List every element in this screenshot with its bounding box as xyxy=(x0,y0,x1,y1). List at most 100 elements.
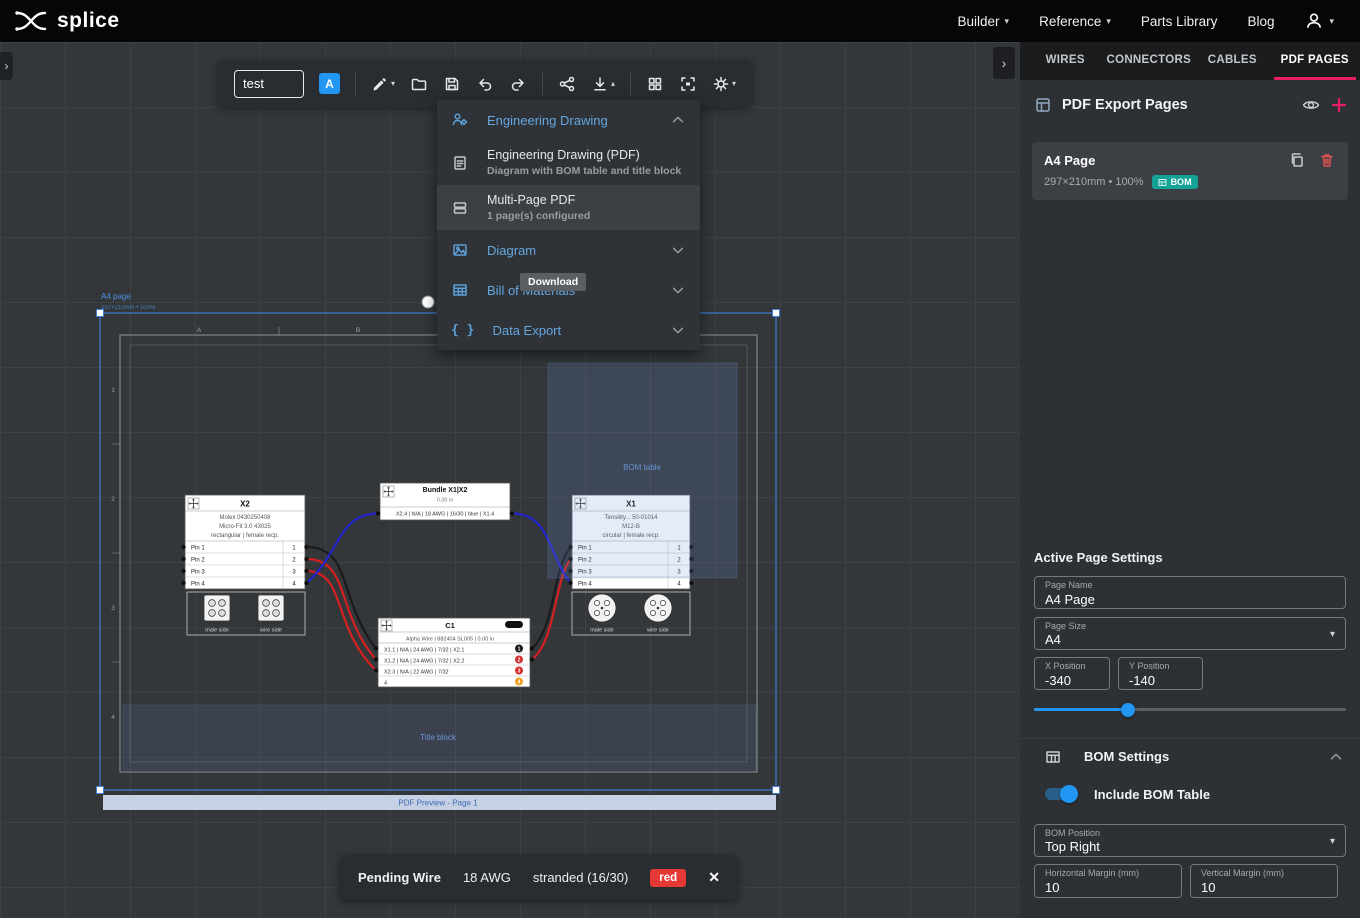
trash-icon[interactable] xyxy=(1318,151,1336,169)
edit-mode-button[interactable]: ▾ xyxy=(371,75,395,93)
c1-info: Alpha Wire | 882404 SL005 | 0.00 in xyxy=(406,637,494,643)
grid-button[interactable] xyxy=(646,75,664,93)
svg-text:3: 3 xyxy=(518,669,521,675)
face-label: male side xyxy=(590,628,614,634)
bom-settings-header[interactable]: BOM Settings xyxy=(1020,738,1360,774)
svg-text:2: 2 xyxy=(518,658,521,664)
right-panel-collapse-button[interactable]: › xyxy=(993,47,1015,79)
open-button[interactable] xyxy=(410,75,428,93)
page-name-input[interactable] xyxy=(1045,592,1335,608)
wire-red-x2-c1-2[interactable] xyxy=(307,571,377,671)
chevron-down-icon xyxy=(670,282,686,298)
menu-section-data-export[interactable]: { } Data Export xyxy=(437,310,700,350)
x-position-input[interactable] xyxy=(1045,673,1099,689)
move-handle-icon[interactable] xyxy=(188,498,199,509)
download-button[interactable]: ▴ xyxy=(591,75,615,93)
bom-table-placeholder[interactable]: BOM table xyxy=(548,363,737,578)
pin-label: Pin 1 xyxy=(191,546,205,552)
y-position-field[interactable]: Y Position xyxy=(1118,657,1203,690)
left-panel-expand-button[interactable]: › xyxy=(0,52,13,80)
connector-x2[interactable]: X2 Molex 0430250408 Micro-Fit 3.0 43025 … xyxy=(181,495,308,589)
share-button[interactable] xyxy=(558,75,576,93)
chevron-down-icon xyxy=(670,322,686,338)
nav-blog[interactable]: Blog xyxy=(1247,14,1274,29)
page-card-a4[interactable]: A4 Page 297×210mm • 100% BOM xyxy=(1032,142,1348,200)
menu-section-engineering-drawing[interactable]: Engineering Drawing xyxy=(437,100,700,140)
resize-handle[interactable] xyxy=(97,310,104,317)
menu-item-engineering-pdf[interactable]: Engineering Drawing (PDF) Diagram with B… xyxy=(437,140,700,185)
pdf-file-icon xyxy=(451,154,469,172)
svg-text:4: 4 xyxy=(518,680,521,686)
move-handle-icon[interactable] xyxy=(381,620,392,631)
nav-account[interactable]: ▾ xyxy=(1304,11,1334,31)
include-bom-label: Include BOM Table xyxy=(1094,787,1210,802)
slider-thumb[interactable] xyxy=(1121,703,1135,717)
tab-connectors[interactable]: CONNECTORS xyxy=(1106,42,1191,80)
chevron-up-icon xyxy=(1328,749,1344,765)
page-size-select[interactable]: Page Size A4 ▾ xyxy=(1034,617,1346,650)
menu-section-diagram[interactable]: Diagram xyxy=(437,230,700,270)
horizontal-margin-input[interactable] xyxy=(1045,880,1171,896)
chevron-down-icon: ▾ xyxy=(1329,16,1334,27)
resize-handle[interactable] xyxy=(773,310,780,317)
x-position-field[interactable]: X Position xyxy=(1034,657,1110,690)
auto-label-button[interactable]: A xyxy=(319,73,340,94)
chevron-down-icon: ▾ xyxy=(1330,836,1335,847)
add-page-icon[interactable] xyxy=(1330,96,1348,114)
horizontal-margin-field[interactable]: Horizontal Margin (mm) xyxy=(1034,864,1182,898)
duplicate-icon[interactable] xyxy=(1288,151,1306,169)
menu-item-multipage-pdf[interactable]: Multi-Page PDF 1 page(s) configured xyxy=(437,185,700,230)
chevron-down-icon: ▾ xyxy=(1106,16,1111,27)
resize-handle[interactable] xyxy=(97,787,104,794)
close-icon[interactable]: ✕ xyxy=(708,869,720,886)
tab-cables[interactable]: CABLES xyxy=(1191,42,1273,80)
vertical-margin-input[interactable] xyxy=(1201,880,1327,896)
harness-name-input[interactable] xyxy=(234,70,304,98)
face-label: male side xyxy=(205,628,229,634)
nav-items: Builder ▾ Reference ▾ Parts Library Blog… xyxy=(958,11,1360,31)
bundle-wire-row: X2.4 | N/A | 18 AWG | 16/30 | blue | X1.… xyxy=(396,512,494,518)
resize-handle[interactable] xyxy=(773,787,780,794)
nav-reference[interactable]: Reference ▾ xyxy=(1039,14,1111,29)
title-block-placeholder[interactable]: Title block xyxy=(123,705,756,770)
page-card-meta: 297×210mm • 100% xyxy=(1044,176,1144,188)
zone-label: B xyxy=(356,327,360,334)
cable-jacket-icon xyxy=(505,621,523,628)
page-name-field[interactable]: Page Name xyxy=(1034,576,1346,609)
menu-item-subtitle: Diagram with BOM table and title block xyxy=(487,164,681,178)
face-label: wire side xyxy=(646,628,669,634)
move-handle-icon[interactable] xyxy=(383,486,394,497)
rotate-handle[interactable] xyxy=(422,296,434,308)
save-button[interactable] xyxy=(443,75,461,93)
cable-c1[interactable]: C1 Alpha Wire | 882404 SL005 | 0.00 in X… xyxy=(374,618,534,687)
vertical-margin-field[interactable]: Vertical Margin (mm) xyxy=(1190,864,1338,898)
include-bom-toggle[interactable] xyxy=(1042,784,1078,804)
bom-position-select[interactable]: BOM Position Top Right ▾ xyxy=(1034,824,1346,857)
svg-text:1: 1 xyxy=(518,647,521,653)
connector-x1-faces[interactable]: male side wire side xyxy=(572,592,690,635)
y-position-input[interactable] xyxy=(1129,673,1192,689)
pin-label: Pin 2 xyxy=(191,558,205,564)
cable-row-label: X1.1 | N/A | 24 AWG | 7/32 | X2.1 xyxy=(384,648,464,654)
chevron-down-icon: ▾ xyxy=(391,79,395,88)
wire-black-x2-c1[interactable] xyxy=(307,547,377,649)
title-block-label: Title block xyxy=(420,733,457,742)
fit-view-button[interactable] xyxy=(679,75,697,93)
brand[interactable]: splice xyxy=(0,9,120,33)
connector-x2-faces[interactable]: male side wire side xyxy=(187,592,305,635)
nav-parts-library[interactable]: Parts Library xyxy=(1141,14,1218,29)
nav-builder[interactable]: Builder ▾ xyxy=(958,14,1010,29)
zone-label: 2 xyxy=(111,496,115,503)
page-scale-slider[interactable] xyxy=(1034,700,1346,718)
bundle-x1-x2[interactable]: Bundle X1|X2 0.00 in X2.4 | N/A | 18 AWG… xyxy=(376,483,514,520)
toolbar-divider xyxy=(630,72,631,96)
redo-button[interactable] xyxy=(509,75,527,93)
pdf-preview-label: PDF Preview - Page 1 xyxy=(398,799,478,808)
tab-wires[interactable]: WIRES xyxy=(1024,42,1106,80)
settings-button[interactable]: ▾ xyxy=(712,75,736,93)
share-icon xyxy=(558,75,576,93)
eye-icon[interactable] xyxy=(1302,96,1320,114)
undo-button[interactable] xyxy=(476,75,494,93)
redo-icon xyxy=(509,75,527,93)
tab-pdf-pages[interactable]: PDF PAGES xyxy=(1274,42,1356,80)
